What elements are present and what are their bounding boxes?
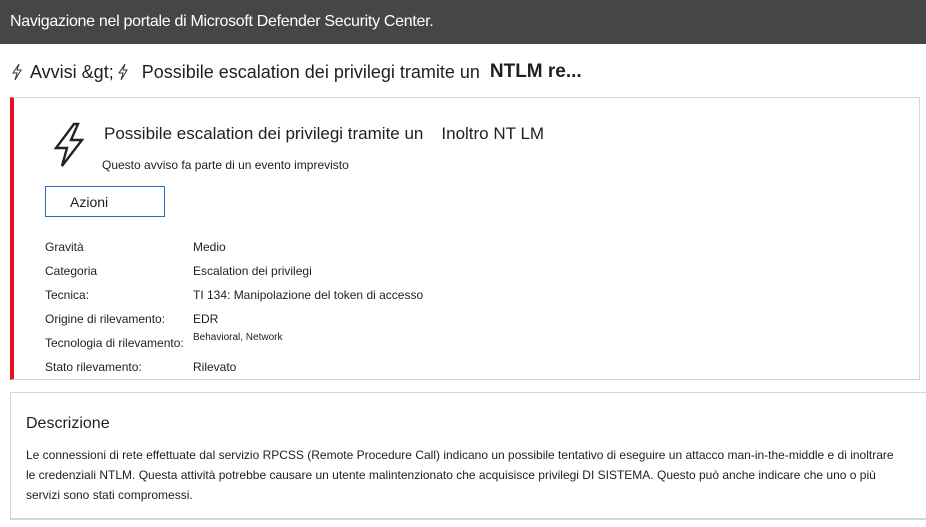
- window-title: Navigazione nel portale di Microsoft Def…: [10, 13, 434, 30]
- description-text: Le connessioni di rete effettuate dal se…: [26, 448, 894, 502]
- property-value: TI 134: Manipolazione del token di acces…: [193, 288, 424, 302]
- alert-incident-note: Questo avviso fa parte di un evento impr…: [102, 158, 349, 172]
- breadcrumb-alerts-link[interactable]: Avvisi &gt;: [30, 62, 114, 83]
- property-value: Behavioral, Network: [193, 332, 283, 343]
- property-label: Tecnologia di rilevamento:: [45, 336, 184, 350]
- property-value: Rilevato: [193, 360, 237, 374]
- alert-title-main: Possibile escalation dei privilegi trami…: [104, 124, 424, 143]
- top-bar: Navigazione nel portale di Microsoft Def…: [0, 0, 926, 44]
- property-label: Categoria: [45, 264, 98, 278]
- property-label: Origine di rilevamento:: [45, 312, 166, 326]
- property-value: EDR: [193, 312, 219, 326]
- property-value: Medio: [193, 240, 226, 254]
- property-label: Gravità: [45, 240, 84, 254]
- alert-title-extra: Inoltro NT LM: [441, 124, 545, 143]
- lightning-bolt-icon: [12, 63, 22, 81]
- alert-title: Possibile escalation dei privilegi trami…: [104, 124, 544, 144]
- alert-card: Possibile escalation dei privilegi trami…: [10, 97, 920, 380]
- breadcrumb-current-bold: NTLM re...: [489, 61, 582, 82]
- description-card: Descrizione Le connessioni di rete effet…: [10, 392, 926, 519]
- property-label: Tecnica:: [45, 288, 90, 302]
- property-label: Stato rilevamento:: [45, 360, 142, 374]
- breadcrumb-current: Possibile escalation dei privilegi trami…: [141, 61, 480, 82]
- lightning-bolt-icon: [117, 63, 128, 81]
- property-value: Escalation dei privilegi: [193, 264, 312, 278]
- description-title: Descrizione: [26, 415, 110, 432]
- divider: [10, 519, 926, 520]
- breadcrumb: Avvisi &gt; Possibile escalation dei pri…: [10, 56, 582, 88]
- actions-button[interactable]: Azioni: [45, 186, 165, 217]
- lightning-bolt-icon: [53, 122, 85, 167]
